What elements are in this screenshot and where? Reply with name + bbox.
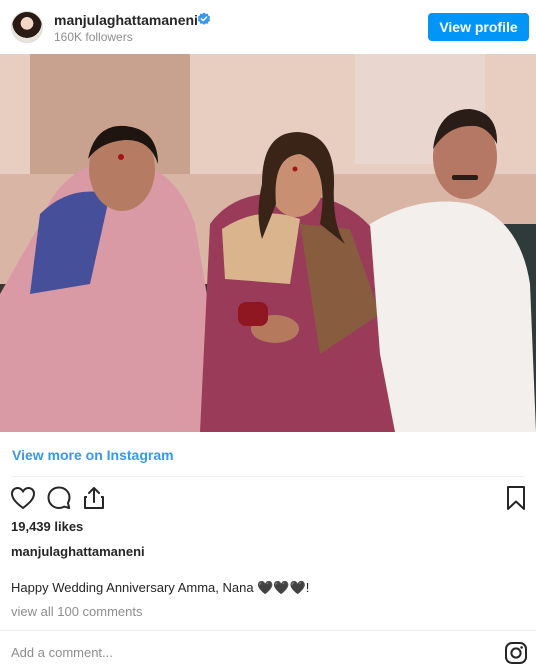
view-comments-link[interactable]: view all 100 comments: [11, 604, 143, 619]
heart-icon[interactable]: [9, 484, 37, 512]
family-photo: [0, 54, 536, 432]
add-comment-input[interactable]: Add a comment...: [11, 645, 113, 660]
username[interactable]: manjulaghattamaneni: [54, 12, 198, 28]
caption-author[interactable]: manjulaghattamaneni: [11, 544, 145, 559]
avatar[interactable]: [11, 11, 43, 43]
view-more-link[interactable]: View more on Instagram: [12, 447, 174, 463]
post-image[interactable]: [0, 54, 536, 432]
follower-count: 160K followers: [54, 30, 133, 44]
caption-text: Happy Wedding Anniversary Amma, Nana 🖤🖤🖤…: [11, 580, 310, 595]
comment-icon[interactable]: [45, 484, 73, 512]
divider: [0, 630, 536, 631]
view-profile-button[interactable]: View profile: [428, 13, 529, 41]
bookmark-icon[interactable]: [502, 484, 530, 512]
share-icon[interactable]: [80, 484, 108, 512]
like-count[interactable]: 19,439 likes: [11, 519, 83, 534]
instagram-icon[interactable]: [504, 641, 528, 665]
verified-badge-icon: [197, 12, 211, 25]
divider: [12, 476, 524, 477]
post-header: manjulaghattamaneni 160K followers View …: [0, 0, 536, 54]
